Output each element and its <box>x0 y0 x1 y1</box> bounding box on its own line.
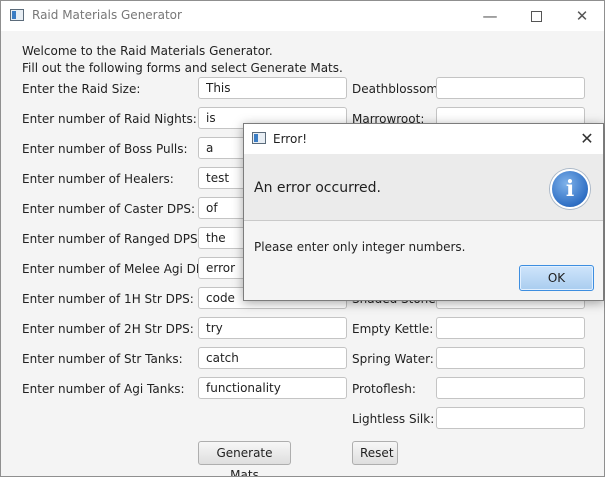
dialog-header: An error occurred. i <box>244 154 603 221</box>
lightless-silk-input[interactable] <box>436 407 585 429</box>
intro-line-2: Fill out the following forms and select … <box>22 61 343 75</box>
maximize-button[interactable] <box>513 1 559 31</box>
spring-water-input[interactable] <box>436 347 585 369</box>
raid-size-label: Enter the Raid Size: <box>22 82 141 96</box>
str-tanks-label: Enter number of Str Tanks: <box>22 352 183 366</box>
error-dialog: Error! ✕ An error occurred. i Please ent… <box>243 123 604 301</box>
2h-str-dps-input[interactable] <box>198 317 347 339</box>
title-bar[interactable]: Raid Materials Generator — ✕ <box>1 1 604 31</box>
deathblossom-label: Deathblossom: <box>352 82 443 96</box>
protoflesh-input[interactable] <box>436 377 585 399</box>
generate-mats-button[interactable]: Generate Mats <box>198 441 291 476</box>
app-icon <box>10 9 24 21</box>
intro-line-1: Welcome to the Raid Materials Generator. <box>22 44 273 58</box>
agi-tanks-label: Enter number of Agi Tanks: <box>22 382 185 396</box>
dialog-title-bar[interactable]: Error! ✕ <box>244 124 603 154</box>
caster-dps-label: Enter number of Caster DPS: <box>22 202 196 216</box>
dialog-app-icon <box>252 132 266 144</box>
lightless-silk-label: Lightless Silk: <box>352 412 435 426</box>
dialog-title: Error! <box>273 132 308 146</box>
raid-nights-label: Enter number of Raid Nights: <box>22 112 197 126</box>
empty-kettle-input[interactable] <box>436 317 585 339</box>
healers-label: Enter number of Healers: <box>22 172 174 186</box>
2h-str-dps-label: Enter number of 2H Str DPS: <box>22 322 194 336</box>
reset-button[interactable]: Reset <box>352 441 398 465</box>
minimize-button[interactable]: — <box>467 1 513 31</box>
raid-size-input[interactable] <box>198 77 347 99</box>
dialog-message: Please enter only integer numbers. <box>254 240 466 254</box>
close-button[interactable]: ✕ <box>559 1 604 31</box>
str-tanks-input[interactable] <box>198 347 347 369</box>
1h-str-dps-label: Enter number of 1H Str DPS: <box>22 292 194 306</box>
dialog-header-text: An error occurred. <box>254 180 381 196</box>
boss-pulls-label: Enter number of Boss Pulls: <box>22 142 188 156</box>
melee-agi-dps-label: Enter number of Melee Agi DPS: <box>22 262 215 276</box>
ranged-dps-label: Enter number of Ranged DPS: <box>22 232 202 246</box>
deathblossom-input[interactable] <box>436 77 585 99</box>
maximize-icon <box>530 11 542 22</box>
protoflesh-label: Protoflesh: <box>352 382 416 396</box>
ok-button[interactable]: OK <box>519 265 594 291</box>
dialog-close-button[interactable]: ✕ <box>571 124 603 154</box>
spring-water-label: Spring Water: <box>352 352 434 366</box>
empty-kettle-label: Empty Kettle: <box>352 322 434 336</box>
window-title: Raid Materials Generator <box>32 8 182 22</box>
info-icon: i <box>550 169 590 209</box>
agi-tanks-input[interactable] <box>198 377 347 399</box>
